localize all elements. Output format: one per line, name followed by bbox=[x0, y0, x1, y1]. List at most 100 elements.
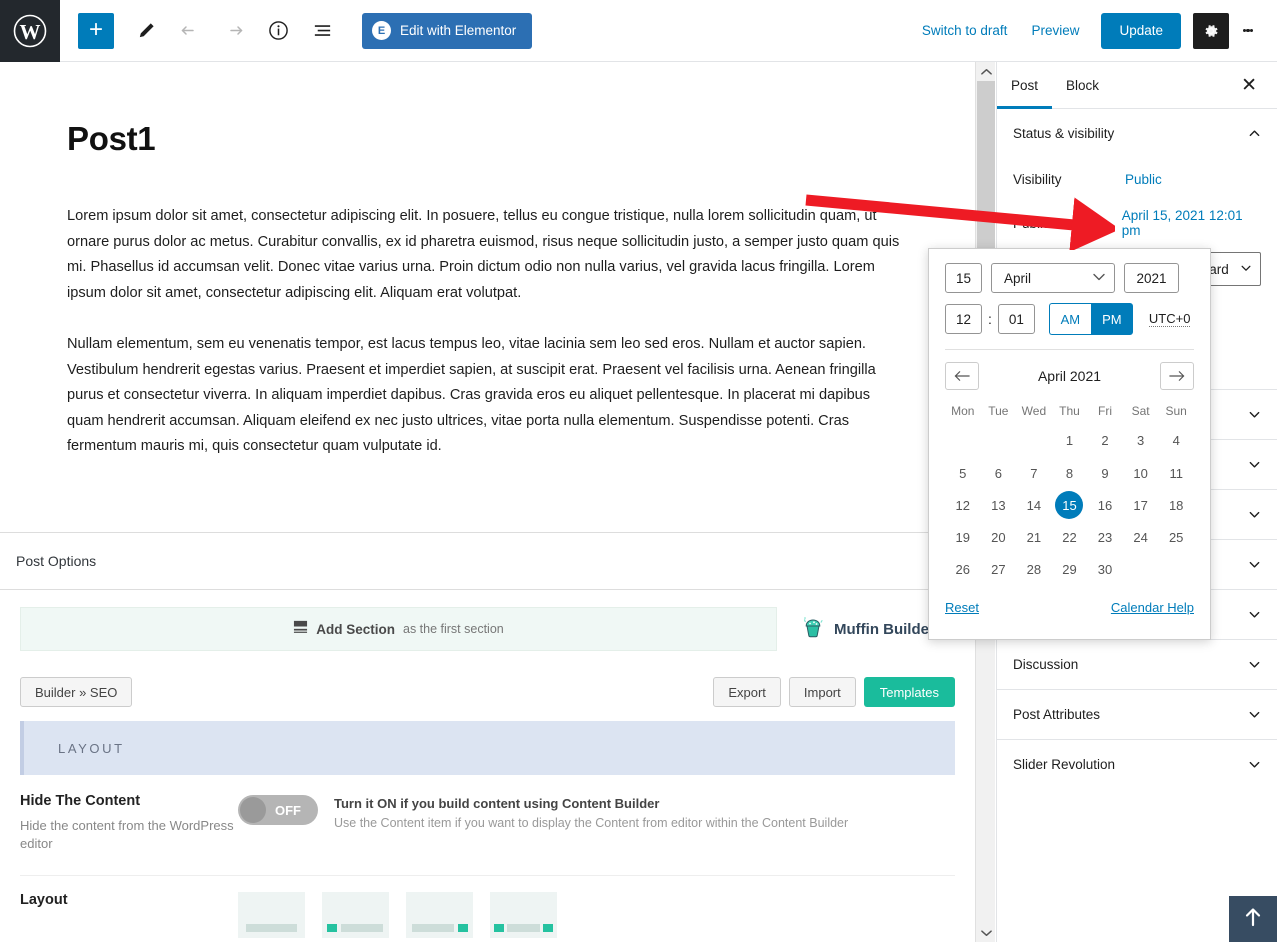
undo-arrow-icon[interactable] bbox=[172, 13, 208, 49]
layout-both-sidebars[interactable] bbox=[490, 892, 557, 938]
calendar-day-cell[interactable]: 1 bbox=[1052, 424, 1088, 457]
arrow-right-icon[interactable] bbox=[1159, 362, 1194, 390]
switch-to-draft-button[interactable]: Switch to draft bbox=[910, 15, 1020, 46]
calendar-day-cell[interactable]: 14 bbox=[1016, 489, 1052, 521]
minute-input[interactable]: 01 bbox=[997, 304, 1035, 334]
pencil-icon[interactable] bbox=[128, 13, 164, 49]
kebab-menu-icon[interactable] bbox=[1231, 13, 1265, 49]
info-circle-icon[interactable] bbox=[260, 13, 296, 49]
hour-input[interactable]: 12 bbox=[945, 304, 982, 334]
scrollbar-up-arrow-icon[interactable] bbox=[976, 62, 996, 81]
date-fields-row: 15 April 2021 bbox=[945, 263, 1194, 293]
layout-left-sidebar[interactable] bbox=[322, 892, 389, 938]
panel-label: Slider Revolution bbox=[1013, 757, 1116, 772]
day-input[interactable]: 15 bbox=[945, 263, 982, 293]
publish-date-picker-popover: 15 April 2021 12 : 01 AM PM UTC+0 April … bbox=[928, 248, 1211, 640]
calendar-day-cell[interactable]: 13 bbox=[981, 489, 1017, 521]
calendar-day-cell[interactable]: 24 bbox=[1123, 521, 1159, 553]
edit-with-elementor-button[interactable]: E Edit with Elementor bbox=[362, 12, 533, 49]
chevron-down-icon bbox=[1248, 508, 1261, 521]
export-button[interactable]: Export bbox=[713, 677, 781, 707]
layout-full-width[interactable] bbox=[238, 892, 305, 938]
update-button[interactable]: Update bbox=[1101, 12, 1181, 49]
arrow-left-icon[interactable] bbox=[945, 362, 979, 390]
day-number: 12 bbox=[955, 497, 971, 513]
panel-slider-revolution[interactable]: Slider Revolution bbox=[997, 739, 1277, 789]
add-block-button[interactable]: + bbox=[78, 12, 114, 49]
calendar-day-cell[interactable]: 7 bbox=[1016, 457, 1052, 489]
calendar-day-cell[interactable] bbox=[1123, 553, 1159, 586]
pm-button[interactable]: PM bbox=[1090, 303, 1133, 335]
day-number: 4 bbox=[1172, 433, 1180, 448]
calendar-help-link[interactable]: Calendar Help bbox=[1111, 600, 1194, 615]
list-view-icon[interactable] bbox=[304, 13, 340, 49]
calendar-week-row: 26 27 28 29 30 bbox=[945, 553, 1194, 586]
calendar-day-cell[interactable]: 6 bbox=[981, 457, 1017, 489]
close-icon[interactable]: ✕ bbox=[1235, 75, 1263, 96]
gear-icon[interactable] bbox=[1193, 12, 1229, 49]
paragraph-block[interactable]: Lorem ipsum dolor sit amet, consectetur … bbox=[67, 204, 908, 306]
panel-discussion[interactable]: Discussion bbox=[997, 639, 1277, 689]
calendar-day-cell[interactable]: 19 bbox=[945, 521, 981, 553]
add-section-button[interactable]: Add Section as the first section bbox=[20, 607, 777, 651]
calendar-day-cell[interactable]: 4 bbox=[1158, 424, 1194, 457]
calendar-day-cell[interactable]: 10 bbox=[1123, 457, 1159, 489]
hide-content-toggle[interactable]: OFF bbox=[238, 795, 318, 825]
calendar-day-cell[interactable]: 16 bbox=[1087, 489, 1123, 521]
calendar-day-cell[interactable]: 28 bbox=[1016, 553, 1052, 586]
month-select[interactable]: April bbox=[991, 263, 1115, 293]
layout-section-header: LAYOUT bbox=[20, 721, 955, 775]
chevron-down-icon bbox=[1248, 658, 1261, 671]
calendar-day-cell[interactable]: 3 bbox=[1123, 424, 1159, 457]
calendar-day-cell[interactable] bbox=[981, 424, 1017, 457]
calendar-day-cell[interactable] bbox=[1158, 553, 1194, 586]
calendar-day-cell[interactable]: 18 bbox=[1158, 489, 1194, 521]
scrollbar-down-arrow-icon[interactable] bbox=[976, 923, 996, 942]
am-button[interactable]: AM bbox=[1048, 303, 1091, 335]
calendar-day-cell[interactable]: 9 bbox=[1087, 457, 1123, 489]
tab-post[interactable]: Post bbox=[997, 62, 1052, 109]
calendar-day-cell[interactable]: 22 bbox=[1052, 521, 1088, 553]
calendar-day-cell[interactable] bbox=[945, 424, 981, 457]
calendar-day-cell[interactable]: 29 bbox=[1052, 553, 1088, 586]
calendar-day-cell[interactable]: 5 bbox=[945, 457, 981, 489]
redo-arrow-icon[interactable] bbox=[216, 13, 252, 49]
panel-status-and-visibility[interactable]: Status & visibility bbox=[997, 109, 1277, 157]
calendar-day-cell[interactable]: 20 bbox=[981, 521, 1017, 553]
calendar-day-cell[interactable] bbox=[1016, 424, 1052, 457]
tab-block[interactable]: Block bbox=[1052, 62, 1113, 109]
publish-date-button[interactable]: April 15, 2021 12:01 pm bbox=[1122, 208, 1261, 238]
preview-button[interactable]: Preview bbox=[1019, 15, 1091, 46]
day-number: 1 bbox=[1065, 433, 1074, 448]
import-button[interactable]: Import bbox=[788, 677, 856, 707]
timezone-label[interactable]: UTC+0 bbox=[1148, 311, 1191, 327]
paragraph-block[interactable]: Nullam elementum, sem eu venenatis tempo… bbox=[67, 332, 908, 460]
reset-link[interactable]: Reset bbox=[945, 600, 979, 615]
hide-content-title: Hide The Content bbox=[20, 793, 141, 809]
post-title[interactable]: Post1 bbox=[67, 120, 975, 158]
chevron-down-icon bbox=[1240, 262, 1252, 277]
panel-post-attributes[interactable]: Post Attributes bbox=[997, 689, 1277, 739]
templates-button[interactable]: Templates bbox=[863, 677, 955, 707]
calendar-day-cell[interactable]: 8 bbox=[1052, 457, 1088, 489]
layout-right-sidebar[interactable] bbox=[406, 892, 473, 938]
calendar-day-cell[interactable]: 26 bbox=[945, 553, 981, 586]
calendar-day-cell-selected[interactable]: 15 bbox=[1052, 489, 1088, 521]
calendar-day-cell[interactable]: 23 bbox=[1087, 521, 1123, 553]
calendar-day-cell[interactable]: 27 bbox=[981, 553, 1017, 586]
visibility-value-button[interactable]: Public bbox=[1125, 172, 1162, 187]
calendar-day-cell[interactable]: 25 bbox=[1158, 521, 1194, 553]
year-input[interactable]: 2021 bbox=[1124, 263, 1179, 293]
calendar-day-cell[interactable]: 30 bbox=[1087, 553, 1123, 586]
calendar-day-cell[interactable]: 12 bbox=[945, 489, 981, 521]
arrow-up-icon bbox=[1243, 906, 1263, 933]
visibility-row: Visibility Public bbox=[997, 157, 1277, 201]
calendar-day-cell[interactable]: 17 bbox=[1123, 489, 1159, 521]
calendar-day-cell[interactable]: 11 bbox=[1158, 457, 1194, 489]
builder-seo-button[interactable]: Builder » SEO bbox=[20, 677, 133, 707]
calendar-day-cell[interactable]: 21 bbox=[1016, 521, 1052, 553]
wordpress-logo-icon[interactable]: W bbox=[0, 0, 60, 62]
scroll-to-top-button[interactable] bbox=[1229, 896, 1277, 942]
calendar-day-cell[interactable]: 2 bbox=[1087, 424, 1123, 457]
day-number: 6 bbox=[994, 465, 1002, 481]
